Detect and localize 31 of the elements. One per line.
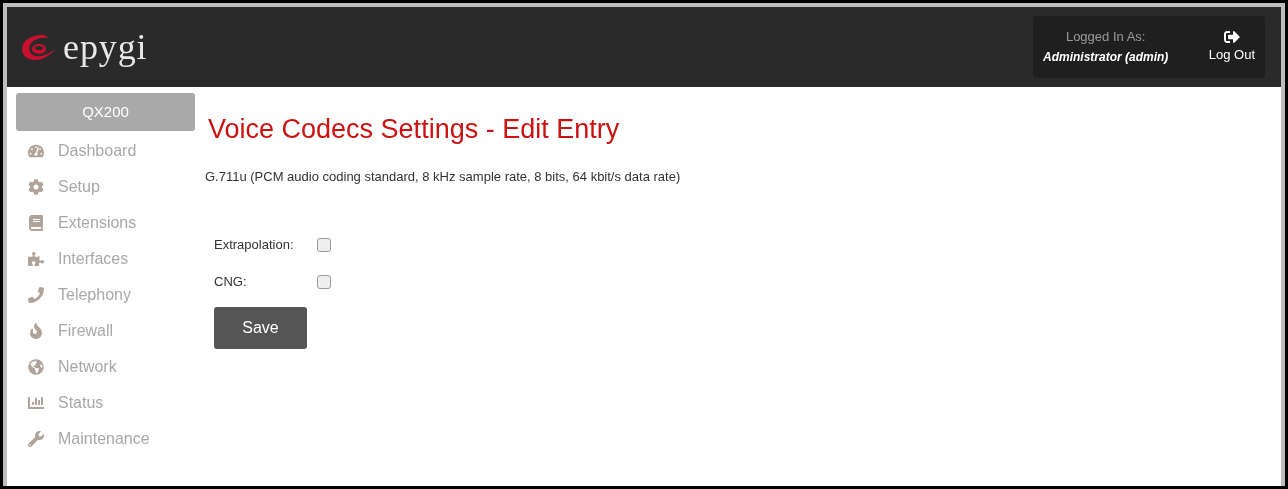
user-name: Administrator (admin): [1043, 49, 1169, 66]
nav-item[interactable]: Network: [16, 349, 199, 385]
puzzle-icon: [28, 251, 44, 267]
field-label: CNG:: [214, 273, 248, 292]
logged-in-label: Logged In As:: [1065, 28, 1146, 46]
nav-item[interactable]: Firewall: [16, 313, 199, 349]
nav-item[interactable]: Interfaces: [16, 241, 199, 277]
checkbox[interactable]: [317, 238, 331, 252]
logout-icon: [1223, 29, 1240, 45]
nav-item[interactable]: Maintenance: [16, 421, 199, 457]
flame-icon: [28, 323, 44, 339]
nav-item[interactable]: Telephony: [16, 277, 199, 313]
globe-icon: [28, 359, 44, 375]
checkbox[interactable]: [317, 275, 331, 289]
nav-item[interactable]: Setup: [16, 169, 199, 205]
logout-button[interactable]: Log Out: [1208, 29, 1255, 65]
bar-chart-icon: [28, 395, 44, 411]
nav-item[interactable]: Extensions: [16, 205, 199, 241]
book-icon: [28, 215, 44, 231]
gauge-icon: [28, 143, 44, 159]
nav-item[interactable]: Dashboard: [16, 133, 199, 169]
codec-description: G.711u (PCM audio coding standard, 8 kHz sample rate, 8 bits, 64 kbit/s data rate): [205, 168, 682, 186]
device-label: QX200: [16, 93, 195, 131]
save-button[interactable]: Save: [214, 306, 307, 349]
gear-icon: [28, 179, 44, 195]
page-title: Voice Codecs Settings - Edit Entry: [208, 113, 621, 145]
phone-icon: [28, 287, 44, 303]
field-label: Extrapolation:: [214, 236, 295, 255]
nav-item[interactable]: Status: [16, 385, 199, 421]
logo-text: epygi: [63, 29, 148, 65]
wrench-icon: [28, 431, 44, 447]
